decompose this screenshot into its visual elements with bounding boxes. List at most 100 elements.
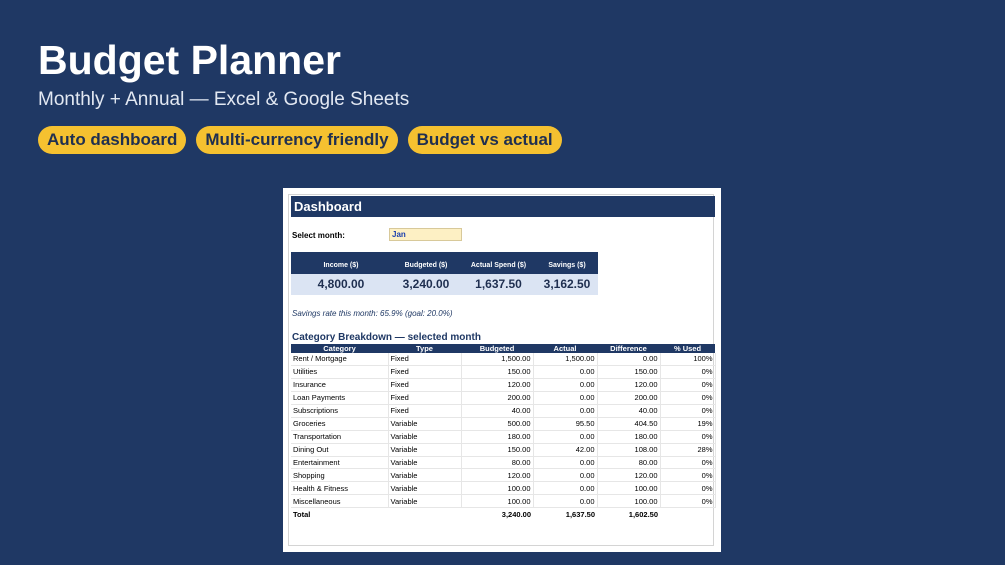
cell-pct-used[interactable]: 19% [660, 417, 716, 431]
total-cell-category: Total [293, 509, 311, 519]
cell-difference[interactable]: 0.00 [597, 353, 661, 366]
total-cell-difference: 1,602.50 [628, 509, 658, 519]
table-row: Groceries Variable 500.00 95.50 404.50 19% [291, 417, 716, 431]
cell-category[interactable]: Subscriptions [291, 404, 389, 418]
cell-pct-used[interactable]: 0% [660, 391, 716, 405]
kpi-label-savings: Savings ($) [548, 262, 586, 269]
kpi-label-income: Income ($) [323, 262, 359, 269]
cell-difference[interactable]: 100.00 [597, 494, 661, 509]
cell-type[interactable]: Variable [388, 494, 462, 509]
cell-actual[interactable]: 0.00 [533, 481, 598, 496]
cell-difference[interactable]: 100.00 [597, 481, 661, 496]
cell-actual[interactable]: 42.00 [533, 443, 598, 457]
cell-category[interactable]: Dining Out [291, 443, 389, 457]
table-row: Transportation Variable 180.00 0.00 180.00 0% [291, 430, 716, 444]
cell-actual[interactable]: 95.50 [533, 417, 598, 431]
cell-actual[interactable]: 0.00 [533, 378, 598, 392]
cell-budgeted[interactable]: 150.00 [461, 365, 534, 379]
cell-budgeted[interactable]: 100.00 [461, 481, 534, 496]
cell-budgeted[interactable]: 80.00 [461, 456, 534, 470]
category-breakdown: Category Type Budgeted Actual Difference… [291, 344, 716, 520]
cell-pct-used[interactable]: 28% [660, 443, 716, 457]
cell-type[interactable]: Fixed [388, 391, 462, 405]
cell-difference[interactable]: 180.00 [597, 430, 661, 444]
cell-actual[interactable]: 0.00 [533, 468, 598, 483]
cell-pct-used[interactable]: 0% [660, 494, 716, 509]
total-cell-pct-used [660, 508, 715, 520]
cell-type[interactable]: Fixed [388, 404, 462, 418]
cell-type[interactable]: Fixed [388, 353, 462, 366]
cell-category[interactable]: Rent / Mortgage [291, 353, 389, 366]
kpi-value-budgeted: 3,240.00 [402, 277, 450, 291]
badge-budget-vs-actual: Budget vs actual [407, 126, 562, 154]
cell-type[interactable]: Variable [388, 417, 462, 431]
category-breakdown-title: Category Breakdown — selected month [292, 332, 481, 343]
table-row: Subscriptions Fixed 40.00 0.00 40.00 0% [291, 404, 716, 418]
cell-budgeted[interactable]: 120.00 [461, 378, 534, 392]
cell-category[interactable]: Shopping [291, 468, 389, 483]
cell-actual[interactable]: 0.00 [533, 494, 598, 509]
cell-difference[interactable]: 120.00 [597, 378, 661, 392]
badge-auto-dashboard: Auto dashboard [38, 126, 187, 154]
select-month-input[interactable]: Jan [389, 228, 462, 241]
table-header-row: Category Type Budgeted Actual Difference… [291, 344, 715, 353]
cell-type[interactable]: Variable [388, 443, 462, 457]
cell-category[interactable]: Insurance [291, 378, 389, 392]
cell-difference[interactable]: 40.00 [597, 404, 661, 418]
select-month-label: Select month: [292, 231, 345, 240]
cell-pct-used[interactable]: 0% [660, 481, 716, 496]
dashboard-title: Dashboard [291, 196, 715, 217]
cell-budgeted[interactable]: 200.00 [461, 391, 534, 405]
cell-actual[interactable]: 0.00 [533, 430, 598, 444]
table-row: Health & Fitness Variable 100.00 0.00 100.00… [291, 481, 716, 496]
cell-budgeted[interactable]: 180.00 [461, 430, 534, 444]
cell-difference[interactable]: 80.00 [597, 456, 661, 470]
cell-type[interactable]: Variable [388, 456, 462, 470]
cell-pct-used[interactable]: 0% [660, 365, 716, 379]
cell-category[interactable]: Entertainment [291, 456, 389, 470]
cell-pct-used[interactable]: 0% [660, 378, 716, 392]
cell-budgeted[interactable]: 40.00 [461, 404, 534, 418]
cell-budgeted[interactable]: 150.00 [461, 443, 534, 457]
cell-type[interactable]: Fixed [388, 365, 462, 379]
table-row: Shopping Variable 120.00 0.00 120.00 0% [291, 468, 716, 483]
total-cell-budgeted: 3,240.00 [501, 509, 531, 519]
cell-actual[interactable]: 1,500.00 [533, 353, 598, 366]
cell-category[interactable]: Miscellaneous [291, 494, 389, 509]
cell-difference[interactable]: 200.00 [597, 391, 661, 405]
cell-type[interactable]: Fixed [388, 378, 462, 392]
category-table: Category Type Budgeted Actual Difference… [291, 344, 716, 520]
cell-type[interactable]: Variable [388, 468, 462, 483]
kpi-value-income: 4,800.00 [317, 277, 365, 291]
cell-category[interactable]: Loan Payments [291, 391, 389, 405]
cell-pct-used[interactable]: 0% [660, 456, 716, 470]
cell-difference[interactable]: 120.00 [597, 468, 661, 483]
cell-budgeted[interactable]: 100.00 [461, 494, 534, 509]
table-row: Entertainment Variable 80.00 0.00 80.00 0% [291, 456, 716, 470]
cell-budgeted[interactable]: 500.00 [461, 417, 534, 431]
cell-category[interactable]: Transportation [291, 430, 389, 444]
cell-pct-used[interactable]: 0% [660, 430, 716, 444]
cell-type[interactable]: Variable [388, 481, 462, 496]
cell-pct-used[interactable]: 0% [660, 404, 716, 418]
cell-category[interactable]: Groceries [291, 417, 389, 431]
cell-actual[interactable]: 0.00 [533, 404, 598, 418]
cell-budgeted[interactable]: 1,500.00 [461, 353, 534, 366]
badge-multi-currency: Multi-currency friendly [196, 126, 398, 154]
cell-difference[interactable]: 404.50 [597, 417, 661, 431]
table-row: Utilities Fixed 150.00 0.00 150.00 0% [291, 365, 716, 379]
cell-type[interactable]: Variable [388, 430, 462, 444]
cell-difference[interactable]: 108.00 [597, 443, 661, 457]
cell-category[interactable]: Utilities [291, 365, 389, 379]
cell-difference[interactable]: 150.00 [597, 365, 661, 379]
cell-budgeted[interactable]: 120.00 [461, 468, 534, 483]
cell-category[interactable]: Health & Fitness [291, 481, 389, 496]
kpi-value-actual: 1,637.50 [475, 277, 522, 291]
cell-pct-used[interactable]: 0% [660, 468, 716, 483]
cell-pct-used[interactable]: 100% [660, 353, 716, 366]
cell-actual[interactable]: 0.00 [533, 365, 598, 379]
total-cell-actual: 1,637.50 [565, 509, 595, 519]
cell-actual[interactable]: 0.00 [533, 456, 598, 470]
cell-actual[interactable]: 0.00 [533, 391, 598, 405]
kpi-label-budgeted: Budgeted ($) [404, 262, 448, 269]
